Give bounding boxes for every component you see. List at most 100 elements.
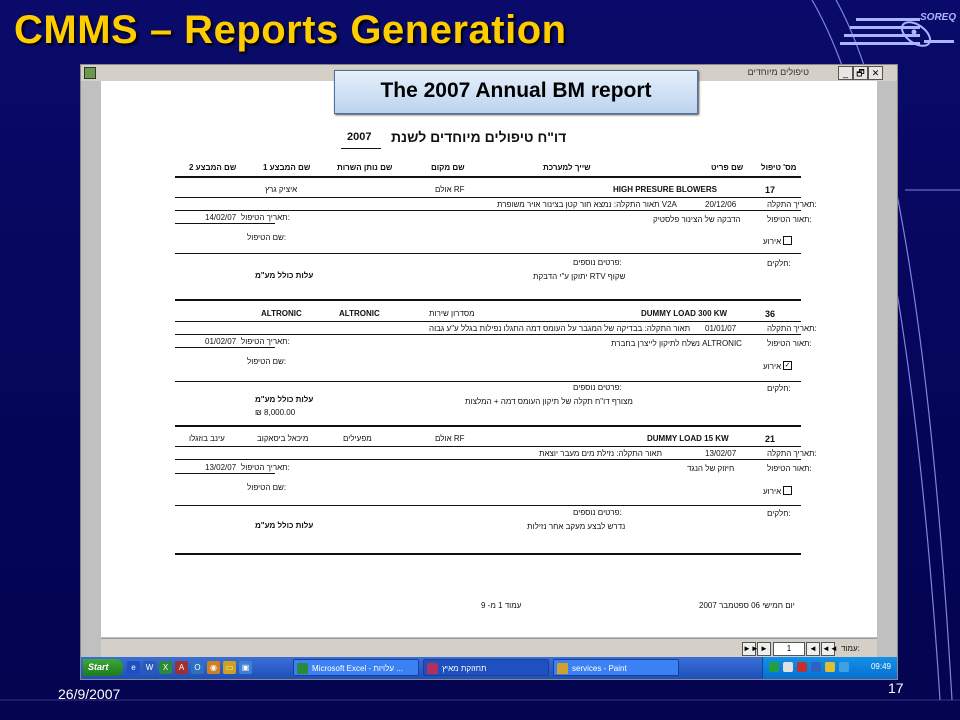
rec2-open-date: 01/01/07 bbox=[705, 324, 737, 333]
system-tray: 09:49 bbox=[762, 657, 897, 679]
media-icon[interactable]: ◉ bbox=[207, 661, 220, 674]
rec3-event-label: אירוע bbox=[763, 487, 782, 496]
access-icon[interactable]: A bbox=[175, 661, 188, 674]
rec3-rule bbox=[175, 446, 801, 447]
rec1-rdate-label: תאריך הטיפול: bbox=[241, 213, 290, 222]
rec2-event-checkbox[interactable]: ✓ bbox=[783, 361, 792, 370]
task-excel-label: Microsoft Excel - עלויות ... bbox=[312, 664, 403, 673]
task-paint[interactable]: services - Paint bbox=[553, 659, 679, 676]
rec3-rdate-line bbox=[175, 473, 275, 474]
rec3-exec2: עינב בוזגלו bbox=[189, 434, 225, 443]
col-exec2: שם המבצע 2 bbox=[189, 163, 237, 172]
rec3-rdate: 13/02/07 bbox=[205, 463, 237, 472]
tray-security-icon[interactable] bbox=[825, 662, 835, 672]
rec1-parts-label: חלקים: bbox=[767, 259, 791, 268]
rec2-rdate-line bbox=[175, 347, 275, 348]
rec2-rule2 bbox=[175, 334, 801, 335]
rec3-open-label: תאריך התקלה: bbox=[767, 449, 817, 458]
tray-antivirus-icon[interactable] bbox=[797, 662, 807, 672]
rec2-exec1: ALTRONIC bbox=[261, 309, 302, 318]
rec1-open-label: תאריך התקלה: bbox=[767, 200, 817, 209]
rec3-open-date: 13/02/07 bbox=[705, 449, 737, 458]
rec1-treater: שם הטיפול: bbox=[247, 233, 287, 242]
col-item: שם פריט bbox=[711, 163, 744, 172]
last-page-button[interactable]: ►► bbox=[742, 642, 759, 656]
tray-sync-icon[interactable] bbox=[839, 662, 849, 672]
rec1-end-rule bbox=[175, 299, 801, 301]
window-title: טיפולים מיוחדים bbox=[747, 67, 809, 77]
rec1-rdate-line bbox=[175, 223, 275, 224]
rec3-place: אולם RF bbox=[435, 434, 465, 443]
desktop-icon[interactable]: ▣ bbox=[239, 661, 252, 674]
tray-language-icon[interactable] bbox=[811, 662, 821, 672]
task-maintenance[interactable]: תחזוקת מאיץ bbox=[423, 659, 549, 676]
rec2-open-label: תאריך התקלה: bbox=[767, 324, 817, 333]
report-page-count: עמוד 1 מ- 9 bbox=[481, 601, 522, 610]
word-icon[interactable]: W bbox=[143, 661, 156, 674]
rec3-number: 21 bbox=[765, 434, 776, 444]
rec3-repair: חיזוק של הנגד bbox=[687, 464, 735, 473]
windows-taskbar: Start e W X A O ◉ ▭ ▣ Microsoft Excel - … bbox=[81, 657, 897, 679]
rec1-number: 17 bbox=[765, 185, 776, 195]
slide-title: CMMS – Reports Generation bbox=[14, 8, 567, 52]
rec3-details-label: פרטים נוספים: bbox=[573, 508, 622, 517]
minimize-button[interactable]: _ bbox=[838, 66, 853, 80]
rec1-rule3 bbox=[175, 253, 801, 254]
close-button[interactable]: ✕ bbox=[868, 66, 883, 80]
col-provider: שם נותן השרות bbox=[337, 163, 393, 172]
rec2-rule bbox=[175, 321, 801, 322]
restore-button[interactable]: 🗗 bbox=[853, 66, 868, 80]
first-page-button[interactable]: ◄◄ bbox=[821, 642, 838, 656]
rec1-item: HIGH PRESURE BLOWERS bbox=[613, 185, 718, 194]
ie-icon[interactable]: e bbox=[127, 661, 140, 674]
rec1-place: אולם RF bbox=[435, 185, 465, 194]
rec3-exec1: מיכאל ביסאקוב bbox=[257, 434, 309, 443]
next-page-button[interactable]: ► bbox=[757, 642, 771, 656]
nav-page-label: עמוד: bbox=[841, 644, 860, 653]
rec2-event-label: אירוע bbox=[763, 362, 782, 371]
page-number-field[interactable]: 1 bbox=[773, 642, 805, 656]
rec3-rule2 bbox=[175, 459, 801, 460]
rec2-details-label: פרטים נוספים: bbox=[573, 383, 622, 392]
rec1-rule bbox=[175, 197, 801, 198]
taskbar-clock: 09:49 bbox=[870, 662, 891, 671]
slide-date: 26/9/2007 bbox=[58, 686, 121, 702]
rec2-rdate: 01/02/07 bbox=[205, 337, 237, 346]
task-excel[interactable]: Microsoft Excel - עלויות ... bbox=[293, 659, 419, 676]
outlook-icon[interactable]: O bbox=[191, 661, 204, 674]
rec2-fault: תאור התקלה: בבדיקה של המגבר על העומס דמה… bbox=[429, 324, 691, 333]
rec2-provider: ALTRONIC bbox=[339, 309, 380, 318]
rec2-end-rule bbox=[175, 425, 801, 427]
rec1-rule2 bbox=[175, 210, 801, 211]
task-paint-label: services - Paint bbox=[572, 664, 627, 673]
rec3-cost-label: עלות כולל מע"מ bbox=[255, 521, 314, 530]
excel-task-icon bbox=[297, 663, 308, 674]
rec1-details-label: פרטים נוספים: bbox=[573, 258, 622, 267]
rec3-event-checkbox[interactable] bbox=[783, 486, 792, 495]
tray-network-icon[interactable] bbox=[769, 662, 779, 672]
report-callout: The 2007 Annual BM report bbox=[334, 70, 698, 114]
rec3-fault: תאור התקלה: נזילת מים מעבר יוצאת bbox=[539, 449, 662, 458]
excel-icon[interactable]: X bbox=[159, 661, 172, 674]
report-print-date: יום חמישי 06 ספטמבר 2007 bbox=[699, 601, 795, 610]
task-maintenance-label: תחזוקת מאיץ bbox=[442, 664, 487, 673]
rec1-event-checkbox[interactable] bbox=[783, 236, 792, 245]
year-underline bbox=[341, 148, 381, 149]
rec3-details: נדרש לבצע מעקב אחר נזילות bbox=[527, 522, 626, 531]
rec2-parts-label: חלקים: bbox=[767, 384, 791, 393]
rec1-fault: תאור התקלה: נמצא חור קטן בצינור אויר משו… bbox=[497, 200, 677, 209]
rec1-repair-label: תאור הטיפול: bbox=[767, 215, 812, 224]
slide-page-number: 17 bbox=[888, 680, 904, 696]
rec1-event-label: אירוע bbox=[763, 237, 782, 246]
rec2-rdate-label: תאריך הטיפול: bbox=[241, 337, 290, 346]
rec3-rule3 bbox=[175, 505, 801, 506]
tray-volume-icon[interactable] bbox=[783, 662, 793, 672]
start-button[interactable]: Start bbox=[83, 659, 123, 676]
rec3-parts-label: חלקים: bbox=[767, 509, 791, 518]
rec2-rule3 bbox=[175, 381, 801, 382]
folder-icon[interactable]: ▭ bbox=[223, 661, 236, 674]
col-system: שייך למערכת bbox=[543, 163, 591, 172]
app-icon bbox=[84, 67, 96, 79]
rec1-exec1: איציק גרץ bbox=[265, 185, 298, 194]
prev-page-button[interactable]: ◄ bbox=[806, 642, 820, 656]
